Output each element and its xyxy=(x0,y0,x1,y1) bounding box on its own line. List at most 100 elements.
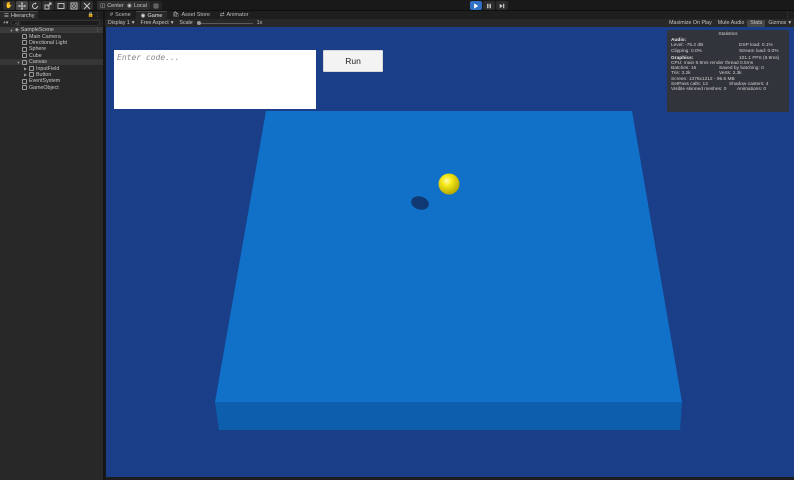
maximize-on-play-label: Maximize On Play xyxy=(669,20,712,26)
tab-scene[interactable]: # Scene xyxy=(105,11,136,19)
hierarchy-search-bar: +▾ All xyxy=(0,19,103,27)
panel-menu-icon[interactable]: ⋮ xyxy=(95,12,100,18)
gameobject-icon xyxy=(22,34,27,40)
hierarchy-tab-label: Hierarchy xyxy=(10,12,35,19)
run-button[interactable]: Run xyxy=(323,50,383,72)
hierarchy-item-label: Canvas xyxy=(29,59,47,66)
scale-slider-handle[interactable] xyxy=(196,20,201,25)
pivot-mode-button[interactable]: ◫ Center xyxy=(97,1,127,10)
gizmos-label: Gizmos xyxy=(768,20,787,26)
main-toolbar: ✋ ◫ Center ◉ Local xyxy=(0,0,794,11)
tab-animator[interactable]: ⇄ Animator xyxy=(215,11,254,19)
pivot-mode-label: Center xyxy=(107,2,124,9)
maximize-on-play-toggle[interactable]: Maximize On Play xyxy=(666,20,715,27)
move-tool-icon[interactable] xyxy=(16,1,28,10)
platform-top xyxy=(215,111,682,402)
hierarchy-item-label: Main Camera xyxy=(29,33,61,40)
statistics-title: Statistics xyxy=(718,32,738,37)
yellow-ball xyxy=(438,173,460,195)
tab-asset-store[interactable]: 🛍 Asset Store xyxy=(167,11,214,19)
expand-arrow-icon[interactable]: ▼ xyxy=(16,60,21,65)
search-placeholder: All xyxy=(14,21,20,26)
expand-arrow-icon[interactable]: ▶ xyxy=(23,72,28,77)
custom-tool-icon[interactable] xyxy=(81,1,93,10)
chevron-down-icon: ▾ xyxy=(170,20,174,26)
platform-front xyxy=(215,402,682,430)
tab-scene-label: Scene xyxy=(115,12,131,18)
scale-label: Scale xyxy=(179,20,193,26)
verts-readout: Verts: 2.3k xyxy=(719,71,742,77)
gameobject-icon xyxy=(22,85,27,91)
gameobject-icon xyxy=(29,66,34,72)
asset-store-icon: 🛍 xyxy=(172,12,180,18)
transform-tool-icon[interactable] xyxy=(68,1,80,10)
gameobject-icon xyxy=(22,78,27,84)
expand-arrow-icon[interactable]: ▼ xyxy=(9,28,14,33)
global-icon: ◉ xyxy=(127,2,132,9)
hierarchy-item-label: InputField xyxy=(36,65,60,72)
step-button[interactable] xyxy=(496,1,508,10)
scale-control: Scale 1x xyxy=(176,19,265,27)
lock-icon[interactable]: 🔒 xyxy=(88,12,94,18)
statistics-overlay: Statistics Audio: Level: -75.2 dB DSP lo… xyxy=(667,30,789,112)
tab-game[interactable]: ◉ Game xyxy=(135,11,168,19)
hierarchy-item-label: Directional Light xyxy=(29,39,67,46)
expand-arrow-icon[interactable]: ▶ xyxy=(23,66,28,71)
add-icon[interactable]: +▾ xyxy=(3,20,8,26)
scale-tool-icon[interactable] xyxy=(42,1,54,10)
hierarchy-tabbar: ☰ Hierarchy 🔒 ⋮ xyxy=(0,11,103,19)
code-input-field[interactable] xyxy=(114,50,316,109)
tab-asset-store-label: Asset Store xyxy=(181,12,210,18)
hand-tool-icon[interactable]: ✋ xyxy=(3,1,15,10)
gameobject-icon xyxy=(22,53,27,59)
chevron-down-icon: ▾ xyxy=(131,20,135,26)
pivot-icon: ◫ xyxy=(100,2,106,9)
scale-value: 1x xyxy=(256,20,263,26)
stats-toggle[interactable]: Stats xyxy=(747,19,766,27)
hierarchy-item[interactable]: GameObject xyxy=(0,85,103,91)
tab-animator-label: Animator xyxy=(226,12,249,18)
gameobject-icon xyxy=(29,72,34,78)
aspect-dropdown[interactable]: Free Aspect ▾ xyxy=(137,19,176,27)
tab-game-label: Game xyxy=(147,12,163,19)
hierarchy-icon: ☰ xyxy=(4,12,9,19)
hierarchy-search-input[interactable]: All xyxy=(11,20,100,26)
play-button[interactable] xyxy=(470,1,482,10)
hierarchy-panel: ☰ Hierarchy 🔒 ⋮ +▾ All ▼ ◈ SampleScene ⋮… xyxy=(0,11,105,480)
display-label: Display 1 xyxy=(108,20,130,26)
scale-slider[interactable] xyxy=(196,20,253,25)
hierarchy-item-label: GameObject xyxy=(29,84,59,91)
rotate-tool-icon[interactable] xyxy=(29,1,41,10)
aspect-label: Free Aspect xyxy=(140,20,169,26)
pivot-rotation-label: Local xyxy=(133,2,147,9)
stats-label: Stats xyxy=(750,20,763,26)
hierarchy-item-label: EventSystem xyxy=(29,78,61,85)
scene-menu-icon[interactable]: ⋮ xyxy=(95,27,100,33)
gameobject-icon xyxy=(22,59,27,65)
view-tabbar: # Scene ◉ Game 🛍 Asset Store ⇄ Animator … xyxy=(105,11,794,19)
gizmos-toggle[interactable]: Gizmos ▾ xyxy=(765,20,794,27)
view-menu-icon[interactable]: ⋮ xyxy=(785,11,794,19)
hierarchy-item-label: Button xyxy=(36,71,52,78)
animator-icon: ⇄ xyxy=(219,12,225,18)
hierarchy-items: Main Camera Directional Light Sphere Cube ▼ C… xyxy=(0,33,103,91)
animations-readout: Animations: 0 xyxy=(737,87,767,93)
display-dropdown[interactable]: Display 1 ▾ xyxy=(105,19,137,27)
tab-hierarchy[interactable]: ☰ Hierarchy xyxy=(0,11,39,19)
game-tab-icon: ◉ xyxy=(140,12,146,19)
mute-audio-label: Mute Audio xyxy=(717,20,745,26)
grid-snap-icon[interactable] xyxy=(150,1,162,10)
chevron-down-icon[interactable]: ▾ xyxy=(788,20,791,26)
pause-button[interactable] xyxy=(483,1,495,10)
scene-tab-icon: # xyxy=(110,12,114,18)
gameobject-icon xyxy=(22,40,27,46)
rect-tool-icon[interactable] xyxy=(55,1,67,10)
audio-clipping: Clipping: 0.0% xyxy=(671,48,702,54)
mute-audio-toggle[interactable]: Mute Audio xyxy=(715,20,748,27)
hierarchy-item-label: Cube xyxy=(29,52,42,59)
pivot-rotation-button[interactable]: ◉ Local xyxy=(124,1,150,10)
tris-readout: Tris: 3.2k xyxy=(671,71,691,77)
scene-name: SampleScene xyxy=(20,27,54,34)
skinned-meshes-readout: Visible skinned meshes: 0 xyxy=(671,87,727,93)
game-toolbar: Display 1 ▾ Free Aspect ▾ Scale 1x Maxim… xyxy=(105,19,794,27)
